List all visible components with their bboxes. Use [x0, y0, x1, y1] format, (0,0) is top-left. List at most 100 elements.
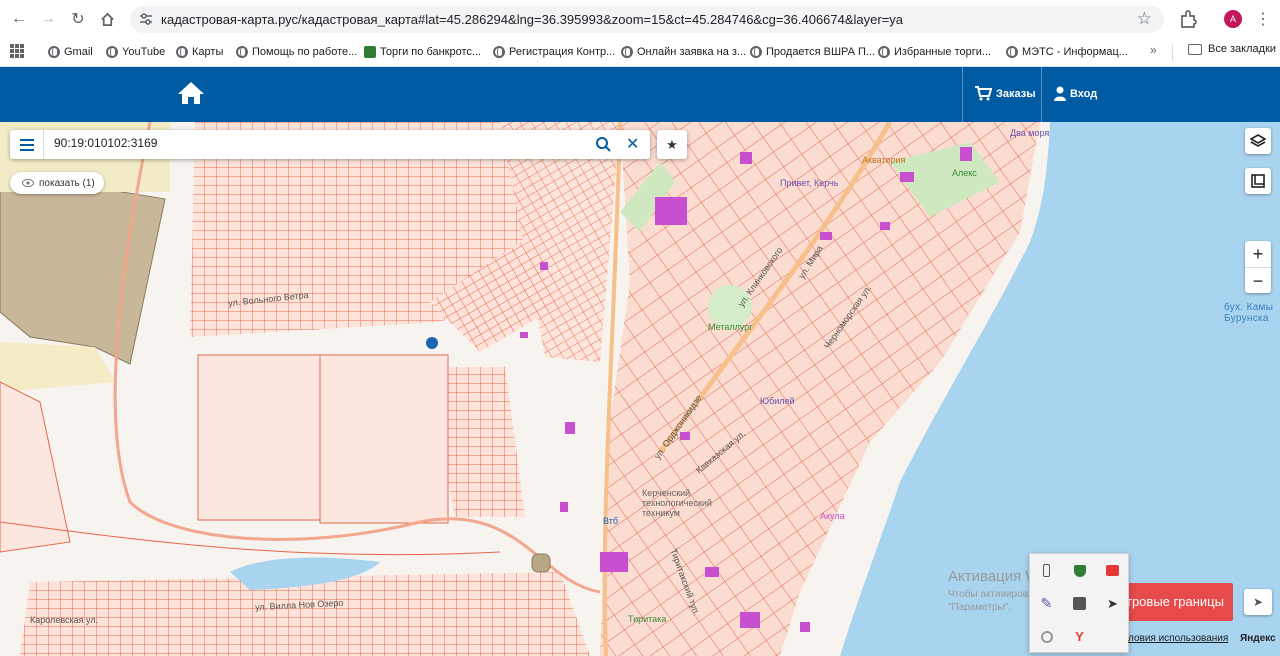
address-bar[interactable]: кадастровая-карта.рус/кадастровая_карта#… [130, 6, 1164, 33]
poi-label[interactable]: Алекс [952, 168, 977, 178]
measure-icon [1251, 174, 1265, 188]
show-results-label: показать (1) [39, 177, 95, 189]
map-search-bar: ✕ [10, 130, 650, 159]
all-bookmarks-label: Все закладки [1208, 43, 1277, 55]
bookmark-label: Регистрация Контр... [509, 46, 616, 58]
globe-icon [878, 46, 890, 58]
system-tray-overflow: ✎ ➤ Y [1029, 553, 1129, 653]
forward-button[interactable]: → [37, 8, 59, 30]
bookmarks-bar: Gmail YouTube Карты Помощь по работе... … [0, 38, 1280, 67]
apps-grid-icon[interactable] [10, 44, 24, 58]
bookmarks-overflow-button[interactable]: » [1150, 43, 1157, 57]
bookmark-mets[interactable]: МЭТС - Информац... [1006, 43, 1128, 61]
zoom-in-button[interactable]: + [1245, 241, 1271, 267]
header-divider [1041, 67, 1042, 122]
poi-label[interactable]: Привет, Керчь [780, 178, 838, 188]
bookmark-favorites[interactable]: Избранные торги... [878, 43, 991, 61]
download-icon[interactable] [1063, 587, 1096, 620]
bookmark-label: Онлайн заявка на з... [637, 46, 747, 58]
profile-avatar[interactable]: A [1224, 10, 1242, 28]
cadastral-number-input[interactable] [54, 136, 574, 150]
all-bookmarks-button[interactable]: Все закладки [1188, 43, 1276, 55]
site-header: Заказы Вход [0, 67, 1280, 122]
street-label: Каролевская ул. [30, 615, 99, 625]
bookmark-help[interactable]: Помощь по работе... [236, 43, 357, 61]
reload-button[interactable]: ↻ [67, 8, 89, 30]
poi-label[interactable]: Два моря [1010, 128, 1049, 138]
bookmark-star-icon[interactable]: ☆ [1137, 9, 1152, 29]
layers-icon [1249, 134, 1267, 147]
poi-label[interactable]: Металлург [708, 322, 753, 332]
bookmark-label: Избранные торги... [894, 46, 992, 58]
yandex-attribution[interactable]: Яндекс [1240, 633, 1276, 644]
login-link[interactable]: Вход [1054, 86, 1097, 101]
bookmark-online-request[interactable]: Онлайн заявка на з... [621, 43, 746, 61]
bay-label: бух. Камы Бурунска [1224, 302, 1273, 324]
bookmark-label: Карты [192, 46, 224, 58]
zoom-out-button[interactable]: − [1245, 267, 1271, 293]
poi-label[interactable]: Акула [820, 511, 845, 521]
home-button[interactable] [96, 8, 118, 30]
bookmark-registration[interactable]: Регистрация Контр... [493, 43, 615, 61]
youtube-icon [106, 46, 118, 58]
pen-icon[interactable]: ✎ [1030, 587, 1063, 620]
poi-label[interactable]: Втб [603, 516, 618, 526]
user-icon [1054, 86, 1066, 101]
globe-icon [1006, 46, 1018, 58]
browser-menu-icon[interactable]: ⋮ [1255, 9, 1271, 29]
security-shield-icon[interactable] [1063, 554, 1096, 587]
url-text[interactable]: кадастровая-карта.рус/кадастровая_карта#… [161, 12, 903, 27]
navigation-arrow-icon: ➤ [1252, 595, 1264, 609]
browser-chrome: ← → ↻ кадастровая-карта.рус/кадастровая_… [0, 0, 1280, 67]
back-button[interactable]: ← [8, 8, 30, 30]
telegram-icon[interactable]: ➤ [1096, 587, 1129, 620]
bookmark-label: Помощь по работе... [252, 46, 358, 58]
orders-link[interactable]: Заказы [975, 86, 1036, 101]
bookmark-bankruptcy[interactable]: Торги по банкротс... [364, 43, 481, 61]
menu-button[interactable] [10, 130, 44, 159]
globe-icon [621, 46, 633, 58]
site-settings-icon[interactable] [138, 11, 154, 27]
cart-icon [975, 86, 992, 101]
recording-icon[interactable] [1096, 554, 1129, 587]
poi-label[interactable]: Керченский технологический техникум [642, 488, 732, 518]
login-label: Вход [1070, 87, 1098, 100]
globe-icon [493, 46, 505, 58]
bookmark-gmail[interactable]: Gmail [48, 43, 93, 61]
gmail-icon [48, 46, 60, 58]
home-icon[interactable] [177, 81, 205, 105]
empty-slot [1096, 620, 1129, 653]
zoom-control: + − [1245, 241, 1271, 293]
bookmark-label: Продается ВШРА П... [766, 46, 876, 58]
bookmark-label: YouTube [122, 46, 166, 58]
orders-label: Заказы [996, 87, 1036, 100]
layers-button[interactable] [1245, 128, 1271, 154]
yandex-icon[interactable]: Y [1063, 620, 1096, 653]
bookmarks-divider [1172, 45, 1173, 61]
cadastral-borders-button[interactable]: тровые границы [1118, 583, 1233, 621]
poi-label[interactable]: Тиритака [628, 614, 666, 624]
ruler-button[interactable] [1245, 168, 1271, 194]
terms-of-use-link[interactable]: ловия использования [1128, 633, 1228, 644]
globe-icon [176, 46, 188, 58]
globe-icon [236, 46, 248, 58]
header-divider [962, 67, 963, 122]
show-results-button[interactable]: показать (1) [10, 172, 104, 194]
address-row: ← → ↻ кадастровая-карта.рус/кадастровая_… [0, 0, 1280, 38]
poi-label[interactable]: Акватория [862, 155, 905, 165]
bookmark-youtube[interactable]: YouTube [106, 43, 165, 61]
eye-icon [22, 179, 34, 187]
bookmark-sale[interactable]: Продается ВШРА П... [750, 43, 875, 61]
poi-label[interactable]: Юбилей [760, 396, 795, 406]
browser-tray-icon[interactable] [1030, 620, 1063, 653]
usb-icon[interactable] [1030, 554, 1063, 587]
clear-icon[interactable]: ✕ [626, 134, 639, 154]
bookmark-maps[interactable]: Карты [176, 43, 223, 61]
extensions-icon[interactable] [1177, 8, 1199, 30]
bookmark-label: Торги по банкротс... [380, 46, 482, 58]
globe-icon [750, 46, 762, 58]
favorites-button[interactable]: ★ [657, 130, 687, 159]
geolocation-button[interactable]: ➤ [1244, 589, 1272, 615]
home-outline-icon [100, 12, 114, 26]
search-icon[interactable] [595, 136, 611, 152]
